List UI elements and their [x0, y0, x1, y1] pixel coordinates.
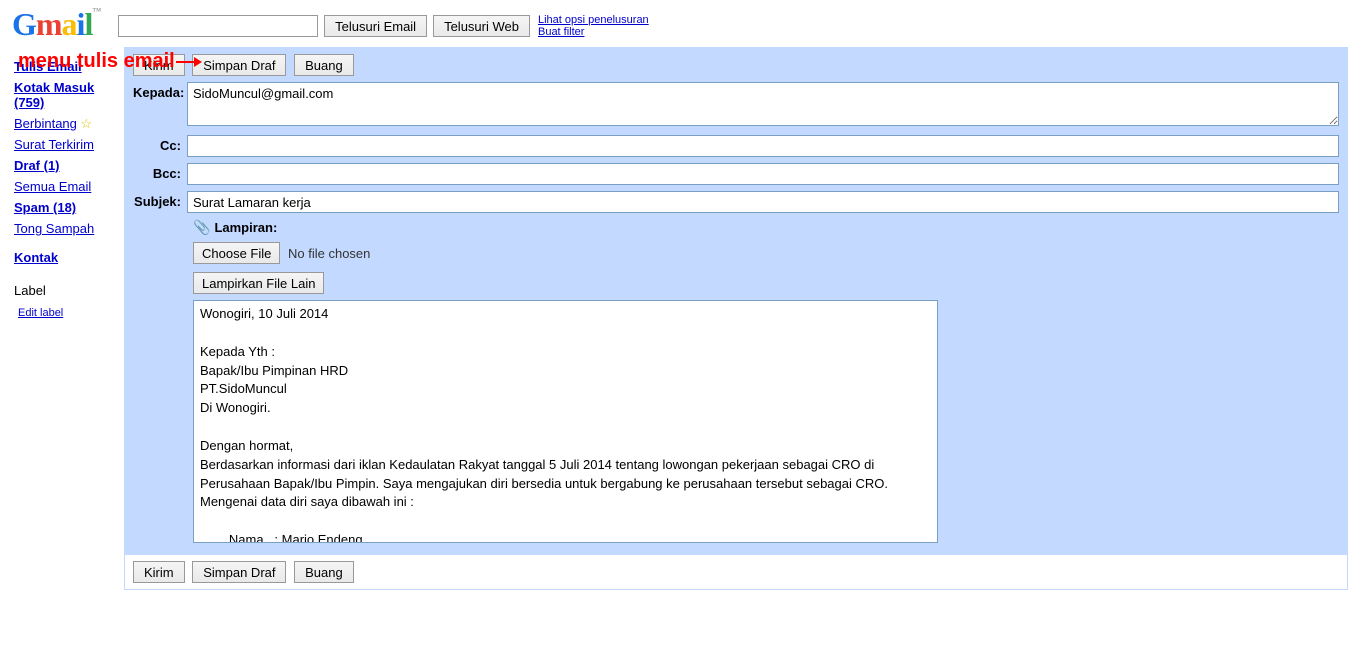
search-links: Lihat opsi penelusuran Buat filter	[538, 14, 649, 38]
choose-file-button[interactable]: Choose File	[193, 242, 280, 264]
annotation-label: menu tulis email	[18, 50, 202, 73]
sidebar-label-header: Label	[14, 283, 118, 298]
compose-panel: Kirim Simpan Draf Buang Kepada: Cc: Bcc:…	[124, 47, 1348, 590]
to-field[interactable]	[187, 82, 1339, 126]
save-draft-button-top[interactable]: Simpan Draf	[192, 54, 286, 76]
no-file-text: No file chosen	[288, 246, 370, 261]
search-web-button[interactable]: Telusuri Web	[433, 15, 530, 37]
bcc-field[interactable]	[187, 163, 1339, 185]
cc-label: Cc:	[133, 135, 187, 153]
search-input[interactable]	[118, 15, 318, 37]
discard-button-bottom[interactable]: Buang	[294, 561, 354, 583]
sidebar-inbox[interactable]: Kotak Masuk (759)	[14, 80, 118, 110]
search-email-button[interactable]: Telusuri Email	[324, 15, 427, 37]
sidebar-contacts[interactable]: Kontak	[14, 250, 118, 265]
sidebar-starred[interactable]: Berbintang	[14, 116, 77, 131]
message-body[interactable]	[193, 300, 938, 543]
bcc-label: Bcc:	[133, 163, 187, 181]
subject-field[interactable]	[187, 191, 1339, 213]
save-draft-button-bottom[interactable]: Simpan Draf	[192, 561, 286, 583]
gmail-logo: Gmail™	[12, 6, 100, 43]
sidebar: Tulis Email Kotak Masuk (759) Berbintang…	[0, 45, 122, 319]
send-button-bottom[interactable]: Kirim	[133, 561, 185, 583]
sidebar-all-mail[interactable]: Semua Email	[14, 179, 118, 194]
header: Gmail™ Telusuri Email Telusuri Web Lihat…	[0, 0, 1366, 45]
search-options-link[interactable]: Lihat opsi penelusuran	[538, 14, 649, 26]
attachment-label: Lampiran:	[214, 220, 277, 235]
star-icon: ☆	[81, 116, 93, 131]
cc-field[interactable]	[187, 135, 1339, 157]
attach-more-button[interactable]: Lampirkan File Lain	[193, 272, 324, 294]
paperclip-icon: 📎	[193, 219, 210, 236]
create-filter-link[interactable]: Buat filter	[538, 26, 649, 38]
discard-button-top[interactable]: Buang	[294, 54, 354, 76]
sidebar-spam[interactable]: Spam (18)	[14, 200, 118, 215]
search-row: Telusuri Email Telusuri Web Lihat opsi p…	[118, 14, 649, 38]
bottom-action-row: Kirim Simpan Draf Buang	[125, 554, 1347, 589]
sidebar-trash[interactable]: Tong Sampah	[14, 221, 118, 236]
subject-label: Subjek:	[133, 191, 187, 209]
sidebar-sent[interactable]: Surat Terkirim	[14, 137, 118, 152]
sidebar-drafts[interactable]: Draf (1)	[14, 158, 118, 173]
arrow-icon	[176, 55, 202, 69]
sidebar-edit-label[interactable]: Edit label	[18, 307, 63, 319]
to-label: Kepada:	[133, 82, 187, 100]
top-action-row: Kirim Simpan Draf Buang	[125, 48, 1347, 82]
